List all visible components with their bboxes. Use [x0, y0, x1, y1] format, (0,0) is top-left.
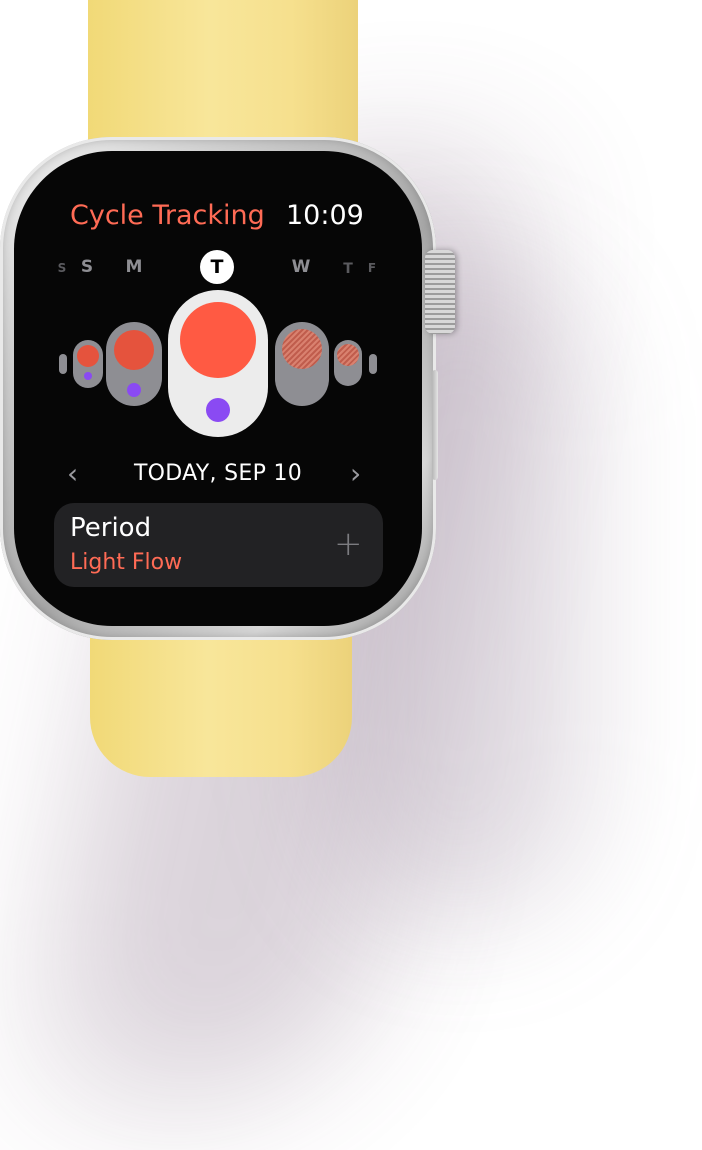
plus-icon[interactable]: + [334, 527, 363, 561]
period-log-card[interactable]: Period Light Flow + [54, 503, 383, 587]
day-label-wed: W [291, 257, 311, 277]
clock-time: 10:09 [286, 200, 364, 231]
day-label-sat: S [57, 261, 67, 275]
day-pill-thu[interactable] [334, 340, 362, 386]
chevron-right-icon[interactable]: › [350, 460, 361, 488]
selected-date-label: TODAY, SEP 10 [133, 461, 303, 486]
today-badge: T [200, 250, 234, 284]
period-marker [114, 330, 154, 370]
period-marker [180, 302, 256, 378]
day-pill-today[interactable] [168, 290, 268, 437]
day-pill-sun[interactable] [73, 340, 103, 388]
day-label-fri: F [367, 261, 377, 275]
card-title: Period [70, 513, 152, 543]
card-value: Light Flow [70, 550, 183, 575]
day-pill-edge-right[interactable] [369, 354, 377, 374]
digital-crown[interactable] [425, 250, 455, 334]
period-marker [77, 345, 99, 367]
fertile-marker [127, 383, 141, 397]
day-pill-mon[interactable] [106, 322, 162, 406]
fertile-marker [206, 398, 230, 422]
fertile-marker [84, 372, 92, 380]
app-title: Cycle Tracking [70, 200, 265, 231]
day-label-thu: T [343, 261, 353, 277]
predicted-period-marker [337, 344, 359, 366]
day-label-mon: M [125, 257, 143, 277]
predicted-period-marker [282, 329, 322, 369]
day-pill-wed[interactable] [275, 322, 329, 406]
day-pill-edge-left[interactable] [59, 354, 67, 374]
day-label-sun: S [80, 257, 94, 277]
